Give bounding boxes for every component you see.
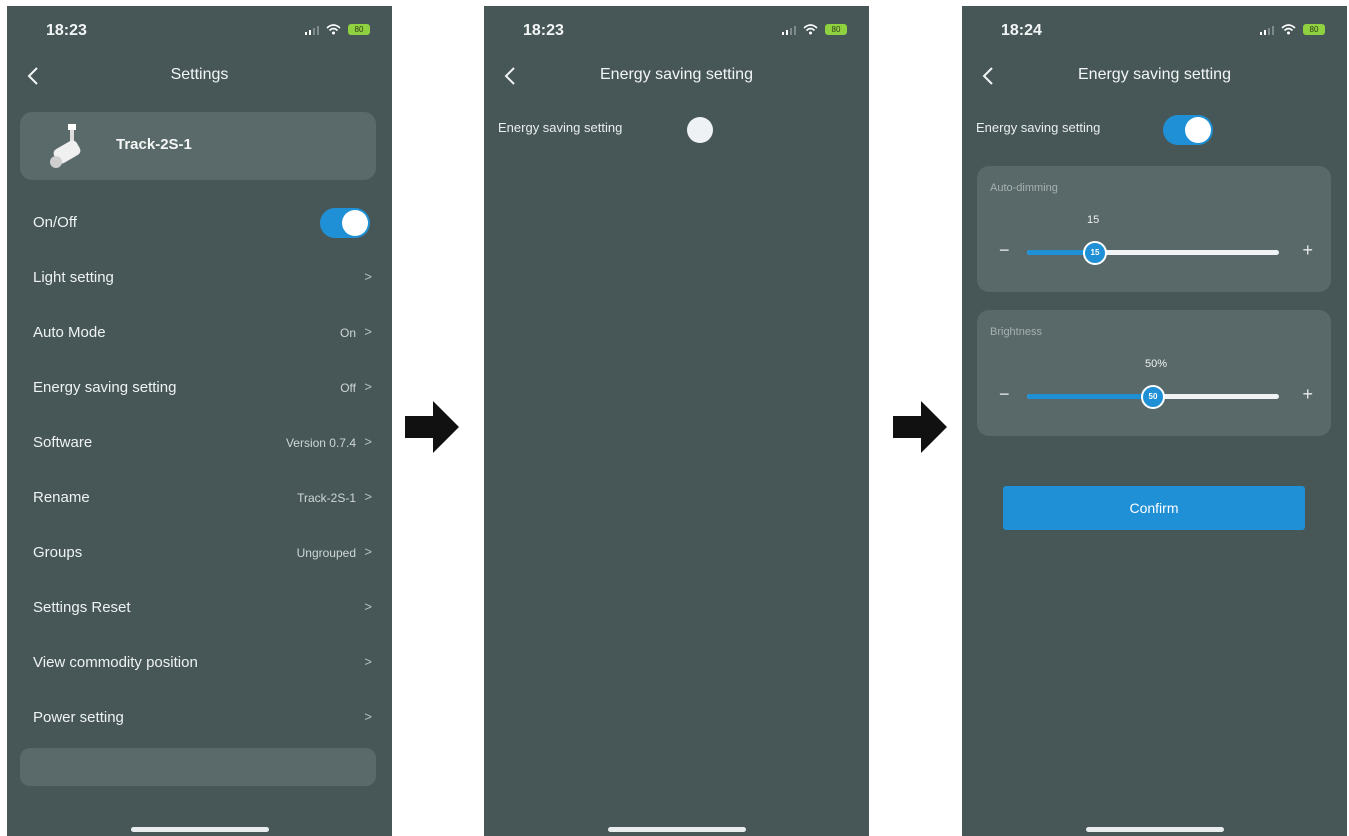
row-label: View commodity position <box>33 654 198 671</box>
energy-saving-label: Energy saving setting <box>498 120 623 135</box>
row-value: Track-2S-1 <box>297 491 356 505</box>
page-title: Settings <box>170 66 229 83</box>
flow-arrow-icon <box>405 401 459 453</box>
chevron-right-icon: > <box>364 434 372 449</box>
row-value: Ungrouped <box>296 546 356 560</box>
energy-saving-screen-off: 18:23 80 Energy saving setting Energy sa… <box>484 6 869 836</box>
settings-row-on-off[interactable]: On/Off <box>7 196 392 251</box>
row-value: Off <box>340 381 356 395</box>
signal-icon <box>1260 25 1274 35</box>
energy-saving-toggle[interactable] <box>685 115 735 145</box>
battery-icon: 80 <box>1303 24 1325 35</box>
battery-icon: 80 <box>348 24 370 35</box>
energy-saving-label: Energy saving setting <box>976 120 1101 135</box>
energy-saving-row: Energy saving setting <box>498 116 869 146</box>
brightness-label: Brightness <box>990 326 1042 338</box>
signal-icon <box>782 25 796 35</box>
status-bar: 18:24 80 <box>962 20 1347 42</box>
status-time: 18:23 <box>46 22 87 39</box>
settings-row-settings-reset[interactable]: Settings Reset > <box>7 581 392 636</box>
energy-saving-row: Energy saving setting <box>976 115 1347 146</box>
track-light-icon <box>50 124 81 168</box>
home-indicator[interactable] <box>607 827 746 832</box>
toggle-knob <box>687 117 713 143</box>
auto-dimming-card: Auto-dimming 15 − 15 + <box>977 166 1331 292</box>
row-label: Software <box>33 434 93 451</box>
slider-fill <box>1027 394 1153 399</box>
device-name: Track-2S-1 <box>116 136 192 153</box>
increase-button[interactable]: + <box>1302 384 1313 405</box>
nav-bar: Settings <box>7 64 392 94</box>
signal-icon <box>305 25 319 35</box>
home-indicator[interactable] <box>130 827 269 832</box>
device-card[interactable]: Track-2S-1 <box>20 112 376 180</box>
increase-button[interactable]: + <box>1302 240 1313 261</box>
settings-row-power-setting[interactable]: Power setting > <box>7 691 392 746</box>
chevron-right-icon: > <box>364 269 372 284</box>
row-value: On <box>339 326 356 340</box>
settings-row-groups[interactable]: Groups Ungrouped > <box>7 526 392 581</box>
slider-thumb[interactable]: 15 <box>1083 241 1107 265</box>
chevron-right-icon: > <box>364 709 372 724</box>
status-time: 18:23 <box>523 22 564 39</box>
row-value: Version 0.7.4 <box>285 436 356 450</box>
row-label: Energy saving setting <box>33 379 177 396</box>
wifi-icon <box>1281 24 1296 35</box>
chevron-right-icon: > <box>364 599 372 614</box>
slider-thumb[interactable]: 50 <box>1141 385 1165 409</box>
settings-row-energy-saving[interactable]: Energy saving setting Off > <box>7 361 392 416</box>
page-title: Energy saving setting <box>1078 66 1231 83</box>
wifi-icon <box>326 24 341 35</box>
row-label: On/Off <box>33 214 77 231</box>
chevron-right-icon: > <box>364 324 372 339</box>
on-off-toggle[interactable] <box>320 208 370 238</box>
status-icons: 80 <box>305 24 370 35</box>
brightness-slider[interactable]: 50 <box>1027 385 1279 409</box>
auto-dimming-value: 15 <box>1087 214 1100 226</box>
status-bar: 18:23 80 <box>7 20 392 42</box>
settings-row-light-setting[interactable]: Light setting > <box>7 251 392 306</box>
bottom-card <box>20 748 376 786</box>
settings-row-view-commodity-position[interactable]: View commodity position > <box>7 636 392 691</box>
auto-dimming-slider[interactable]: 15 <box>1027 241 1279 265</box>
home-indicator[interactable] <box>1085 827 1224 832</box>
status-time: 18:24 <box>1001 22 1042 39</box>
chevron-right-icon: > <box>364 379 372 394</box>
brightness-card: Brightness 50% − 50 + <box>977 310 1331 436</box>
decrease-button[interactable]: − <box>999 240 1010 261</box>
row-label: Settings Reset <box>33 599 131 616</box>
nav-bar: Energy saving setting <box>484 64 869 94</box>
chevron-right-icon: > <box>364 654 372 669</box>
settings-screen: 18:23 80 Settings Track-2S-1 On/Off Ligh… <box>7 6 392 836</box>
status-icons: 80 <box>1260 24 1325 35</box>
settings-row-auto-mode[interactable]: Auto Mode On > <box>7 306 392 361</box>
flow-arrow-icon <box>893 401 947 453</box>
battery-icon: 80 <box>825 24 847 35</box>
chevron-right-icon: > <box>364 489 372 504</box>
wifi-icon <box>803 24 818 35</box>
energy-saving-screen-on: 18:24 80 Energy saving setting Energy sa… <box>962 6 1347 836</box>
row-label: Auto Mode <box>33 324 106 341</box>
brightness-value: 50% <box>1145 358 1168 370</box>
row-label: Rename <box>33 489 90 506</box>
decrease-button[interactable]: − <box>999 384 1010 405</box>
row-label: Power setting <box>33 709 124 726</box>
chevron-right-icon: > <box>364 544 372 559</box>
confirm-button[interactable]: Confirm <box>1003 486 1305 530</box>
nav-bar: Energy saving setting <box>962 64 1347 94</box>
settings-row-rename[interactable]: Rename Track-2S-1 > <box>7 471 392 526</box>
settings-row-software[interactable]: Software Version 0.7.4 > <box>7 416 392 471</box>
toggle-knob <box>1185 117 1211 143</box>
toggle-knob <box>342 210 368 236</box>
status-bar: 18:23 80 <box>484 20 869 42</box>
auto-dimming-label: Auto-dimming <box>990 182 1058 194</box>
row-label: Light setting <box>33 269 114 286</box>
energy-saving-toggle[interactable] <box>1163 115 1213 145</box>
row-label: Groups <box>33 544 83 561</box>
status-icons: 80 <box>782 24 847 35</box>
page-title: Energy saving setting <box>600 66 753 83</box>
